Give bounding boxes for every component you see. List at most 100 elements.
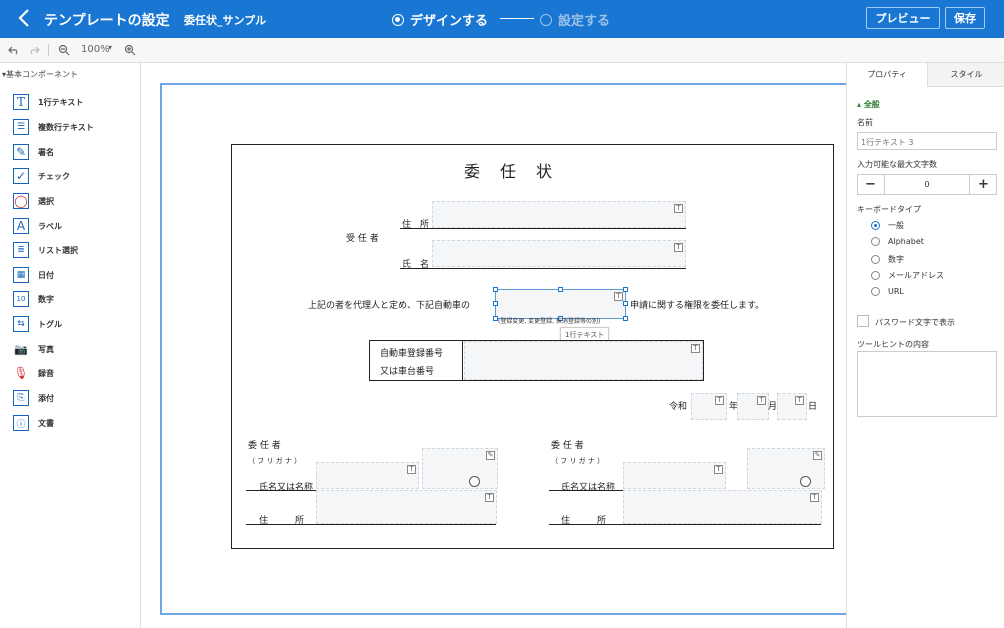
registration-field[interactable]: T (464, 341, 703, 380)
address-field-right[interactable]: T (623, 490, 822, 524)
label-icon: A (13, 218, 29, 234)
component-attachment[interactable]: ⎘ 添付 (13, 389, 54, 407)
tab-style[interactable]: スタイル (927, 63, 1004, 87)
keyboard-option-email[interactable]: メールアドレス (871, 270, 944, 281)
component-label: 数字 (38, 294, 54, 304)
component-toggle[interactable]: ⇆ トグル (13, 315, 62, 333)
zoom-out-icon[interactable] (58, 44, 70, 56)
resize-handle-se[interactable] (623, 316, 628, 321)
component-category[interactable]: ▾基本コンポーネント (2, 69, 78, 80)
zoom-dropdown-icon[interactable]: ▾ (108, 43, 112, 52)
camera-icon: 📷 (14, 342, 28, 356)
decrement-button[interactable]: − (857, 174, 885, 195)
selection-box[interactable] (495, 289, 626, 319)
option-label: メールアドレス (888, 271, 944, 280)
component-document[interactable]: ⓘ 文書 (13, 414, 54, 432)
keyboard-option-url[interactable]: URL (871, 287, 904, 296)
option-label: URL (888, 287, 904, 296)
component-panel: ▾基本コンポーネント T 1行テキスト ☰ 複数行テキスト ✎ 署名 ✓ チェック ◯ 選… (0, 63, 141, 628)
back-arrow-icon[interactable] (14, 7, 36, 29)
name-kana-field-right[interactable]: T (623, 462, 726, 489)
multiline-text-icon: ☰ (13, 119, 29, 135)
address-underline-left (246, 524, 496, 525)
keyboard-option-general[interactable]: 一般 (871, 220, 904, 231)
component-label: チェック (38, 171, 70, 181)
component-number[interactable]: 10 数字 (13, 290, 54, 308)
component-photo[interactable]: 📷 写真 (13, 340, 54, 358)
component-label: 添付 (38, 393, 54, 403)
month-field[interactable]: T (737, 393, 769, 420)
increment-button[interactable]: + (969, 174, 997, 195)
sentence-end: 申請に関する権限を委任します。 (630, 301, 765, 311)
registration-label-2: 又は車台番号 (380, 367, 435, 377)
tooltip-textarea[interactable] (857, 351, 997, 417)
tab-properties[interactable]: プロパティ (847, 63, 927, 87)
resize-handle-nw[interactable] (493, 287, 498, 292)
name-field[interactable]: T (432, 240, 686, 267)
section-general[interactable]: ▴ 全般 (857, 99, 880, 110)
component-signature[interactable]: ✎ 署名 (13, 143, 54, 161)
undo-icon[interactable] (8, 45, 20, 55)
step-design-label: デザインする (410, 14, 489, 29)
toolbar-divider (48, 44, 49, 56)
zoom-in-icon[interactable] (124, 44, 136, 56)
document-title: 委 任 状 (464, 162, 555, 181)
component-check[interactable]: ✓ チェック (13, 167, 70, 185)
resize-handle-w[interactable] (493, 301, 498, 306)
keyboard-option-number[interactable]: 数字 (871, 254, 904, 265)
radio-icon (871, 271, 880, 280)
zoom-level[interactable]: 100% (81, 44, 110, 55)
sentence-start: 上記の者を代理人と定め、下記自動車の (308, 301, 471, 311)
step-inactive-icon (540, 13, 552, 26)
redo-icon[interactable] (28, 45, 40, 55)
toggle-icon: ⇆ (13, 316, 29, 332)
max-length-label: 入力可能な最大文字数 (857, 160, 937, 169)
address-field[interactable]: T (432, 201, 686, 228)
resize-handle-e[interactable] (623, 301, 628, 306)
attachment-icon: ⎘ (13, 390, 29, 406)
resize-handle-ne[interactable] (623, 287, 628, 292)
day-label: 日 (808, 402, 818, 412)
step-design[interactable]: デザインする (392, 10, 488, 29)
preview-button[interactable]: プレビュー (866, 7, 940, 29)
name-or-company-right: 氏名又は名称 (561, 483, 616, 493)
keyboard-type-label: キーボードタイプ (857, 205, 921, 214)
text-field-icon: T (715, 396, 724, 405)
name-kana-field-left[interactable]: T (316, 462, 419, 489)
radio-icon (871, 255, 880, 264)
option-label: 数字 (888, 255, 904, 264)
section-general-label: 全般 (863, 100, 880, 109)
keyboard-option-alphabet[interactable]: Alphabet (871, 237, 924, 246)
tooltip-label: ツールヒントの内容 (857, 340, 929, 349)
signature-field-left[interactable]: ✎ (422, 448, 498, 489)
component-label: 日付 (38, 270, 54, 280)
name-input[interactable]: 1行テキスト 3 (857, 132, 997, 150)
year-field[interactable]: T (691, 393, 727, 420)
component-select[interactable]: ◯ 選択 (13, 192, 54, 210)
seal-icon (469, 476, 480, 487)
day-field[interactable]: T (777, 393, 807, 420)
component-label[interactable]: A ラベル (13, 217, 62, 235)
component-list-select[interactable]: ≣ リスト選択 (13, 241, 78, 259)
component-recording[interactable]: 🎙 録音 (13, 364, 54, 382)
component-multiline-text[interactable]: ☰ 複数行テキスト (13, 118, 94, 136)
component-date[interactable]: ▦ 日付 (13, 266, 54, 284)
number-icon: 10 (13, 291, 29, 307)
component-single-line-text[interactable]: T 1行テキスト (13, 93, 83, 111)
text-field-icon: T (691, 344, 700, 353)
step-connector (500, 18, 534, 19)
save-button[interactable]: 保存 (945, 7, 985, 29)
signature-field-right[interactable]: ✎ (747, 448, 825, 489)
radio-icon (871, 287, 880, 296)
era-label: 令和 (669, 402, 688, 412)
text-field-icon: T (714, 465, 723, 474)
password-checkbox[interactable] (857, 315, 869, 327)
address-field-left[interactable]: T (316, 490, 497, 524)
toolbar: 100% ▾ (0, 38, 1004, 63)
step-settings[interactable]: 設定する (540, 10, 610, 29)
resize-handle-n[interactable] (558, 287, 563, 292)
component-label: 文書 (38, 418, 54, 428)
radio-selected-icon (871, 221, 880, 230)
max-length-input[interactable]: 0 (885, 174, 969, 195)
address-underline (400, 228, 686, 229)
